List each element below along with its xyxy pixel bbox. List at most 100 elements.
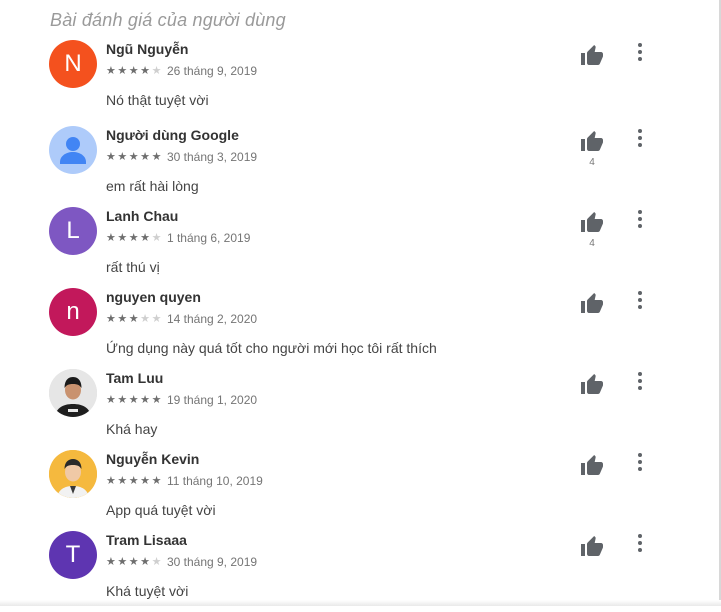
thumb-up-icon[interactable]: [578, 533, 606, 559]
review-meta: ★ ★ ★ ★ ★ 30 tháng 3, 2019: [106, 150, 257, 164]
avatar[interactable]: [49, 126, 97, 174]
review-date: 26 tháng 9, 2019: [166, 64, 258, 78]
star-icon: ★: [140, 232, 151, 244]
star-icon: ★: [151, 394, 162, 406]
more-vert-icon[interactable]: [630, 531, 650, 555]
avatar[interactable]: T: [49, 531, 97, 579]
star-icon: ★: [140, 475, 151, 487]
star-rating: ★ ★ ★ ★ ★: [106, 151, 163, 163]
avatar[interactable]: [49, 450, 97, 498]
thumb-up-icon[interactable]: [578, 290, 606, 316]
star-icon: ★: [140, 65, 151, 77]
star-icon: ★: [117, 313, 128, 325]
star-icon: ★: [128, 151, 139, 163]
star-rating: ★ ★ ★ ★ ★: [106, 394, 163, 406]
review-text: Khá hay: [106, 421, 158, 437]
review-text: em rất hài lòng: [106, 178, 199, 194]
reviewer-name[interactable]: Tram Lisaaa: [106, 532, 187, 548]
review-text: Ứng dụng này quá tốt cho người mới học t…: [106, 340, 437, 356]
reviewer-name[interactable]: nguyen quyen: [106, 289, 201, 305]
avatar[interactable]: L: [49, 207, 97, 255]
star-icon: ★: [106, 313, 116, 325]
reviewer-name[interactable]: Tam Luu: [106, 370, 163, 386]
more-vert-icon[interactable]: [630, 450, 650, 474]
more-vert-icon[interactable]: [630, 369, 650, 393]
star-icon: ★: [128, 232, 139, 244]
more-vert-icon[interactable]: [630, 126, 650, 150]
star-icon: ★: [151, 65, 162, 77]
star-icon: ★: [106, 475, 116, 487]
review-text: Khá tuyệt vời: [106, 583, 189, 599]
star-icon: ★: [151, 151, 162, 163]
review-date: 30 tháng 3, 2019: [166, 150, 258, 164]
review-item: Người dùng Google ★ ★ ★ ★ ★ 30 tháng 3, 2019…: [0, 126, 700, 207]
star-icon: ★: [151, 232, 162, 244]
review-item: n nguyen quyen ★ ★ ★ ★ ★ 14 tháng 2, 2020 Ứn…: [0, 288, 700, 369]
avatar[interactable]: n: [49, 288, 97, 336]
more-vert-icon[interactable]: [630, 40, 650, 64]
user-silhouette-icon: [60, 137, 86, 164]
star-icon: ★: [140, 313, 151, 325]
review-text: rất thú vị: [106, 259, 160, 275]
star-icon: ★: [117, 151, 128, 163]
star-icon: ★: [151, 313, 162, 325]
review-meta: ★ ★ ★ ★ ★ 1 tháng 6, 2019: [106, 231, 250, 245]
reviewer-name[interactable]: Ngũ Nguyễn: [106, 41, 188, 57]
star-rating: ★ ★ ★ ★ ★: [106, 65, 163, 77]
star-icon: ★: [151, 556, 162, 568]
review-date: 30 tháng 9, 2019: [166, 555, 258, 569]
review-meta: ★ ★ ★ ★ ★ 30 tháng 9, 2019: [106, 555, 257, 569]
more-vert-icon[interactable]: [630, 207, 650, 231]
star-icon: ★: [117, 394, 128, 406]
section-title: Bài đánh giá của người dùng: [50, 10, 286, 30]
star-icon: ★: [140, 556, 151, 568]
review-date: 11 tháng 10, 2019: [166, 474, 263, 488]
star-icon: ★: [128, 394, 139, 406]
star-icon: ★: [117, 232, 128, 244]
thumb-up-icon[interactable]: [578, 209, 606, 235]
review-item: L Lanh Chau ★ ★ ★ ★ ★ 1 tháng 6, 2019 rất th…: [0, 207, 700, 288]
star-icon: ★: [106, 151, 116, 163]
profile-photo-icon: [49, 369, 97, 417]
avatar[interactable]: N: [49, 40, 97, 88]
helpful-count: 4: [589, 238, 595, 249]
thumb-up-icon[interactable]: [578, 371, 606, 397]
star-icon: ★: [128, 475, 139, 487]
thumb-up-icon[interactable]: [578, 452, 606, 478]
avatar[interactable]: [49, 369, 97, 417]
star-icon: ★: [106, 394, 116, 406]
star-rating: ★ ★ ★ ★ ★: [106, 232, 163, 244]
review-date: 19 tháng 1, 2020: [166, 393, 258, 407]
star-icon: ★: [117, 556, 128, 568]
star-icon: ★: [128, 556, 139, 568]
star-rating: ★ ★ ★ ★ ★: [106, 475, 163, 487]
star-icon: ★: [117, 65, 128, 77]
star-icon: ★: [117, 475, 128, 487]
star-icon: ★: [128, 65, 139, 77]
panel-shadow: [0, 600, 721, 606]
review-text: App quá tuyệt vời: [106, 502, 216, 518]
review-item: Tam Luu ★ ★ ★ ★ ★ 19 tháng 1, 2020 Khá hay: [0, 369, 700, 450]
profile-photo-icon: [49, 450, 97, 498]
star-icon: ★: [128, 313, 139, 325]
reviewer-name[interactable]: Người dùng Google: [106, 127, 239, 143]
thumb-up-icon[interactable]: [578, 42, 606, 68]
star-icon: ★: [106, 556, 116, 568]
star-rating: ★ ★ ★ ★ ★: [106, 313, 163, 325]
star-icon: ★: [140, 394, 151, 406]
review-meta: ★ ★ ★ ★ ★ 26 tháng 9, 2019: [106, 64, 257, 78]
reviewer-name[interactable]: Lanh Chau: [106, 208, 178, 224]
review-date: 1 tháng 6, 2019: [166, 231, 251, 245]
thumb-up-icon[interactable]: [578, 128, 606, 154]
star-icon: ★: [140, 151, 151, 163]
helpful-count: 4: [589, 157, 595, 168]
reviewer-name[interactable]: Nguyễn Kevin: [106, 451, 199, 467]
review-item: Nguyễn Kevin ★ ★ ★ ★ ★ 11 tháng 10, 2019 App…: [0, 450, 700, 531]
review-item: N Ngũ Nguyễn ★ ★ ★ ★ ★ 26 tháng 9, 2019 Nó t…: [0, 40, 700, 121]
star-icon: ★: [106, 65, 116, 77]
more-vert-icon[interactable]: [630, 288, 650, 312]
review-meta: ★ ★ ★ ★ ★ 14 tháng 2, 2020: [106, 312, 257, 326]
review-meta: ★ ★ ★ ★ ★ 19 tháng 1, 2020: [106, 393, 257, 407]
star-icon: ★: [106, 232, 116, 244]
review-text: Nó thật tuyệt vời: [106, 92, 209, 108]
